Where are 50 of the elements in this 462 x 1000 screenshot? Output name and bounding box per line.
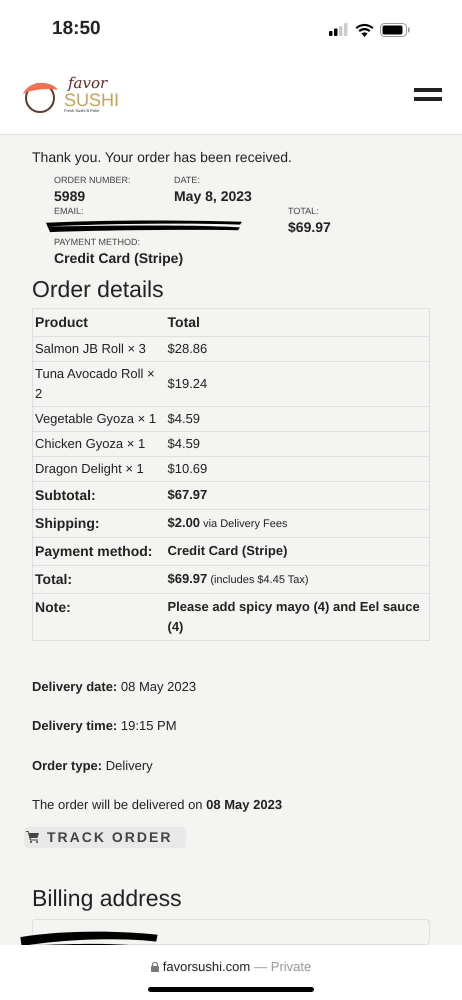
url-domain[interactable]: favorsushi.com [162,957,250,976]
product-cell: Dragon Delight × 1 [32,456,166,482]
delivery-info: Delivery date: 08 May 2023 [32,678,198,696]
overview-value: May 8, 2023 [174,188,253,205]
overview-label: PAYMENT METHOD: [54,236,142,249]
price-cell: $10.69 [166,456,430,482]
price-cell: $28.86 [166,336,430,362]
overview-label: EMAIL: [54,205,85,218]
column-header: Product [32,308,166,336]
summary-label: Payment method: [32,537,166,566]
delivery-info: Delivery time: 19:15 PM [32,717,178,736]
signal-icon [329,23,349,36]
summary-label: Shipping: [32,509,166,538]
product-cell: Tuna Avocado Roll × 2 [32,361,166,406]
cart-icon [26,831,39,844]
summary-label: Subtotal: [32,481,166,510]
product-cell: Chicken Gyoza × 1 [32,431,166,456]
summary-label: Total: [32,565,166,594]
product-cell: Salmon JB Roll × 3 [32,336,166,362]
summary-value: Credit Card (Stripe) [166,537,430,566]
clock-time: 18:50 [52,17,101,42]
product-cell: Vegetable Gyoza × 1 [32,406,166,432]
wifi-icon [355,22,374,36]
menu-icon[interactable] [414,88,442,102]
lock-icon [150,962,159,972]
column-header: Total [166,308,430,336]
delivery-info: Order type: Delivery [32,756,154,775]
summary-label: Note: [32,593,166,640]
order-details-heading: Order details [32,275,165,304]
logo-script: favor [66,76,109,91]
billing-address-heading: Billing address [32,884,183,912]
overview-value: Credit Card (Stripe) [54,250,184,267]
overview-value: $69.97 [288,218,332,236]
overview-label: TOTAL: [288,205,320,218]
track-order-button[interactable]: TRACK ORDER [24,826,186,848]
summary-value: Please add spicy mayo (4) and Eel sauce (4) [166,593,430,640]
price-cell: $4.59 [166,431,430,456]
summary-value: $2.00 via Delivery Fees [166,509,430,538]
overview-value: 5989 [54,188,86,205]
price-cell: $4.59 [166,406,430,432]
summary-value: $69.97 (includes $4.45 Tax) [166,565,430,594]
battery-icon [380,22,410,36]
price-cell: $19.24 [166,361,430,406]
delivery-sentence: The order will be delivered on 08 May 2023 [32,796,284,814]
logo-word: SUSHI [63,91,120,109]
overview-label: DATE: [174,174,201,187]
order-received-notice: Thank you. Your order has been received. [32,148,293,167]
summary-value: $67.97 [166,481,430,510]
overview-label: ORDER NUMBER: [54,174,132,187]
private-label: — Private [254,958,312,976]
